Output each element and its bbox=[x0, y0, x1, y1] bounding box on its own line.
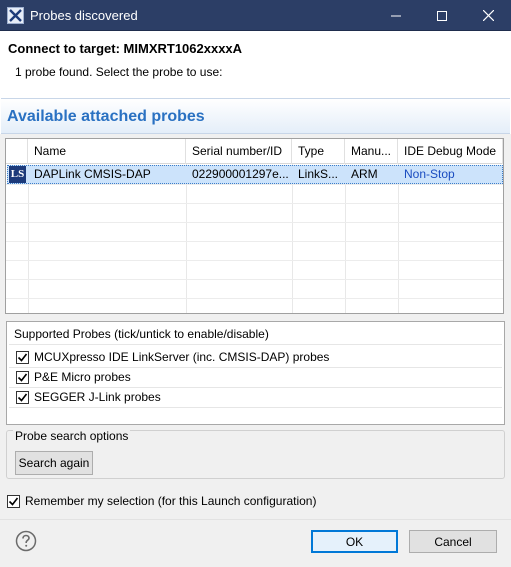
probe-search-options-group: Probe search options Search again bbox=[6, 429, 505, 479]
connect-target-title: Connect to target: MIMXRT1062xxxxA bbox=[8, 41, 243, 56]
grid-divider bbox=[345, 164, 346, 313]
search-again-button[interactable]: Search again bbox=[15, 451, 93, 475]
checkmark-icon bbox=[17, 353, 28, 362]
grid-divider bbox=[292, 164, 293, 313]
checkbox-label: SEGGER J-Link probes bbox=[34, 390, 161, 404]
checkmark-icon bbox=[8, 497, 19, 506]
grid-divider bbox=[6, 279, 503, 280]
supported-probes-title: Supported Probes (tick/untick to enable/… bbox=[14, 327, 269, 341]
table-header: Name Serial number/ID Type Manu... IDE D… bbox=[6, 139, 503, 164]
remember-label: Remember my selection (for this Launch c… bbox=[25, 494, 317, 508]
grid-divider bbox=[6, 241, 503, 242]
checkbox[interactable] bbox=[16, 390, 29, 404]
list-divider bbox=[9, 367, 502, 368]
grid-divider bbox=[6, 260, 503, 261]
grid-divider bbox=[6, 203, 503, 204]
section-banner: Available attached probes bbox=[1, 98, 510, 134]
checkmark-icon bbox=[17, 393, 28, 402]
probe-type-cell[interactable]: LinkS... bbox=[292, 165, 345, 184]
title-bar: Probes discovered bbox=[0, 0, 511, 31]
dialog-footer: OK Cancel bbox=[0, 519, 511, 567]
dialog-header: Connect to target: MIMXRT1062xxxxA 1 pro… bbox=[0, 31, 511, 98]
probe-found-message: 1 probe found. Select the probe to use: bbox=[15, 65, 223, 79]
linkserver-icon: LS bbox=[9, 166, 26, 183]
grid-divider bbox=[398, 164, 399, 313]
probe-name-cell[interactable]: DAPLink CMSIS-DAP bbox=[28, 165, 186, 184]
checkbox-label: MCUXpresso IDE LinkServer (inc. CMSIS-DA… bbox=[34, 350, 330, 364]
column-header-serial[interactable]: Serial number/ID bbox=[186, 139, 292, 164]
dialog-content: Name Serial number/ID Type Manu... IDE D… bbox=[0, 134, 511, 519]
grid-divider bbox=[6, 184, 503, 185]
column-header-manufacturer[interactable]: Manu... bbox=[345, 139, 398, 164]
help-icon[interactable] bbox=[15, 530, 37, 552]
ok-button[interactable]: OK bbox=[311, 530, 398, 553]
checkbox[interactable] bbox=[16, 370, 29, 384]
window-title: Probes discovered bbox=[30, 8, 138, 23]
section-title: Available attached probes bbox=[7, 108, 205, 125]
checkbox-label: P&E Micro probes bbox=[34, 370, 131, 384]
supported-probe-segger[interactable]: SEGGER J-Link probes bbox=[16, 389, 161, 405]
column-header-name[interactable]: Name bbox=[28, 139, 186, 164]
probe-table[interactable]: Name Serial number/ID Type Manu... IDE D… bbox=[5, 138, 504, 314]
grid-divider bbox=[28, 164, 29, 313]
column-header-debug-mode[interactable]: IDE Debug Mode bbox=[398, 139, 503, 164]
grid-divider bbox=[6, 222, 503, 223]
column-header-icon[interactable] bbox=[6, 139, 28, 164]
grid-divider bbox=[186, 164, 187, 313]
probe-debug-mode-cell[interactable]: Non-Stop bbox=[398, 165, 503, 184]
list-divider bbox=[9, 344, 502, 345]
remember-checkbox[interactable] bbox=[7, 494, 20, 508]
column-header-type[interactable]: Type bbox=[292, 139, 345, 164]
probe-serial-cell[interactable]: 022900001297e... bbox=[186, 165, 292, 184]
close-button[interactable] bbox=[465, 0, 511, 31]
mcuxpresso-app-icon bbox=[7, 7, 24, 24]
remember-selection[interactable]: Remember my selection (for this Launch c… bbox=[7, 494, 316, 508]
checkbox[interactable] bbox=[16, 350, 29, 364]
group-legend: Probe search options bbox=[13, 429, 131, 443]
minimize-button[interactable] bbox=[373, 0, 419, 31]
maximize-button[interactable] bbox=[419, 0, 465, 31]
checkmark-icon bbox=[17, 373, 28, 382]
list-divider bbox=[9, 387, 502, 388]
grid-divider bbox=[6, 298, 503, 299]
list-divider bbox=[9, 407, 502, 408]
probe-manufacturer-cell[interactable]: ARM bbox=[345, 165, 398, 184]
cancel-button[interactable]: Cancel bbox=[409, 530, 497, 553]
supported-probe-linkserver[interactable]: MCUXpresso IDE LinkServer (inc. CMSIS-DA… bbox=[16, 349, 329, 365]
supported-probe-pe-micro[interactable]: P&E Micro probes bbox=[16, 369, 131, 385]
supported-probes-list: Supported Probes (tick/untick to enable/… bbox=[6, 321, 505, 425]
